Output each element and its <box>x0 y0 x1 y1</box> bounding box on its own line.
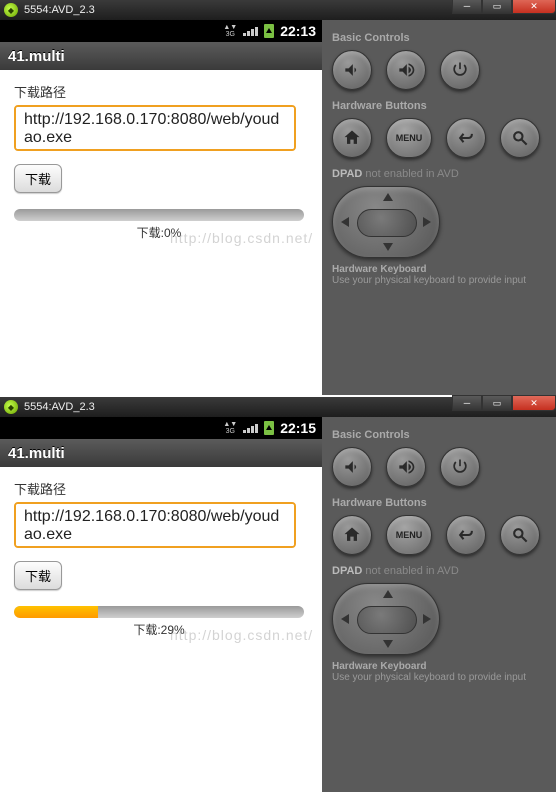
home-button[interactable] <box>332 515 372 555</box>
window-controls: ─ ▭ ✕ <box>452 395 556 411</box>
phone-screen: ▲▼3G 22:15 41.multi 下载路径 下载 下载:29% <box>0 417 322 792</box>
url-label: 下载路径 <box>14 82 308 101</box>
window-title: 5554:AVD_2.3 <box>24 401 95 413</box>
back-button[interactable] <box>446 515 486 555</box>
hw-keyboard-label: Hardware Keyboard <box>332 264 546 275</box>
battery-icon <box>264 421 274 435</box>
app-bar: 41.multi <box>0 42 322 70</box>
minimize-button[interactable]: ─ <box>452 0 482 14</box>
status-bar: ▲▼3G 22:13 <box>0 20 322 42</box>
progress-bar <box>14 606 304 618</box>
dpad-down-icon[interactable] <box>383 640 393 648</box>
side-panel: Basic Controls Hardware Buttons MENU DPA… <box>322 417 556 792</box>
titlebar: ◆ 5554:AVD_2.3 ─ ▭ ✕ <box>0 397 556 417</box>
clock-text: 22:13 <box>280 23 316 39</box>
status-bar: ▲▼3G 22:15 <box>0 417 322 439</box>
window-controls: ─ ▭ ✕ <box>452 0 556 14</box>
android-icon: ◆ <box>4 400 18 414</box>
dpad-section: DPAD not enabled in AVD <box>332 168 546 180</box>
volume-down-button[interactable] <box>332 50 372 90</box>
window-title: 5554:AVD_2.3 <box>24 4 95 16</box>
volume-up-button[interactable] <box>386 447 426 487</box>
dpad-center-button[interactable] <box>357 209 417 237</box>
search-button[interactable] <box>500 118 540 158</box>
clock-text: 22:15 <box>280 420 316 436</box>
url-input[interactable] <box>14 502 296 548</box>
emulator-window-1: ◆ 5554:AVD_2.3 ─ ▭ ✕ ▲▼3G 22:13 41.multi… <box>0 0 556 395</box>
hw-keyboard-sub: Use your physical keyboard to provide in… <box>332 275 546 286</box>
phone-screen: ▲▼3G 22:13 41.multi 下载路径 下载 下载:0% <box>0 20 322 395</box>
volume-up-button[interactable] <box>386 50 426 90</box>
app-title: 41.multi <box>8 48 65 65</box>
app-bar: 41.multi <box>0 439 322 467</box>
power-button[interactable] <box>440 447 480 487</box>
progress-fill <box>14 606 98 618</box>
side-panel: Basic Controls Hardware Buttons MENU DPA… <box>322 20 556 395</box>
dpad[interactable] <box>332 186 440 258</box>
progress-text: 下载:0% <box>14 224 304 241</box>
network-3g-icon: ▲▼3G <box>223 24 237 38</box>
basic-controls-label: Basic Controls <box>332 429 546 441</box>
app-body: 下载路径 下载 下载:0% http://blog.csdn.net/ <box>0 70 322 395</box>
hardware-buttons-label: Hardware Buttons <box>332 497 546 509</box>
battery-icon <box>264 24 274 38</box>
close-button[interactable]: ✕ <box>512 395 556 411</box>
maximize-button[interactable]: ▭ <box>482 395 512 411</box>
android-icon: ◆ <box>4 3 18 17</box>
back-button[interactable] <box>446 118 486 158</box>
signal-icon <box>243 27 258 36</box>
dpad-label: DPAD <box>332 565 362 577</box>
menu-button[interactable]: MENU <box>386 118 432 158</box>
menu-button[interactable]: MENU <box>386 515 432 555</box>
dpad-down-icon[interactable] <box>383 243 393 251</box>
titlebar: ◆ 5554:AVD_2.3 ─ ▭ ✕ <box>0 0 556 20</box>
dpad-left-icon[interactable] <box>341 614 349 624</box>
dpad-note: not enabled in AVD <box>362 565 458 577</box>
network-3g-icon: ▲▼3G <box>223 421 237 435</box>
basic-controls-label: Basic Controls <box>332 32 546 44</box>
url-label: 下载路径 <box>14 479 308 498</box>
dpad-label: DPAD <box>332 168 362 180</box>
progress-text: 下载:29% <box>14 621 304 638</box>
app-title: 41.multi <box>8 445 65 462</box>
hardware-buttons-label: Hardware Buttons <box>332 100 546 112</box>
hw-keyboard-label: Hardware Keyboard <box>332 661 546 672</box>
home-button[interactable] <box>332 118 372 158</box>
download-button[interactable]: 下载 <box>14 561 62 590</box>
dpad-section: DPAD not enabled in AVD <box>332 565 546 577</box>
dpad-right-icon[interactable] <box>423 614 431 624</box>
emulator-window-2: ◆ 5554:AVD_2.3 ─ ▭ ✕ ▲▼3G 22:15 41.multi… <box>0 397 556 792</box>
dpad[interactable] <box>332 583 440 655</box>
dpad-center-button[interactable] <box>357 606 417 634</box>
power-button[interactable] <box>440 50 480 90</box>
hw-keyboard-sub: Use your physical keyboard to provide in… <box>332 672 546 683</box>
volume-down-button[interactable] <box>332 447 372 487</box>
progress-bar-wrap: 下载:0% <box>14 209 304 241</box>
search-button[interactable] <box>500 515 540 555</box>
progress-bar-wrap: 下载:29% <box>14 606 304 638</box>
signal-icon <box>243 424 258 433</box>
dpad-up-icon[interactable] <box>383 590 393 598</box>
dpad-up-icon[interactable] <box>383 193 393 201</box>
maximize-button[interactable]: ▭ <box>482 0 512 14</box>
progress-bar <box>14 209 304 221</box>
minimize-button[interactable]: ─ <box>452 395 482 411</box>
dpad-left-icon[interactable] <box>341 217 349 227</box>
dpad-right-icon[interactable] <box>423 217 431 227</box>
download-button[interactable]: 下载 <box>14 164 62 193</box>
close-button[interactable]: ✕ <box>512 0 556 14</box>
dpad-note: not enabled in AVD <box>362 168 458 180</box>
url-input[interactable] <box>14 105 296 151</box>
app-body: 下载路径 下载 下载:29% http://blog.csdn.net/ <box>0 467 322 792</box>
